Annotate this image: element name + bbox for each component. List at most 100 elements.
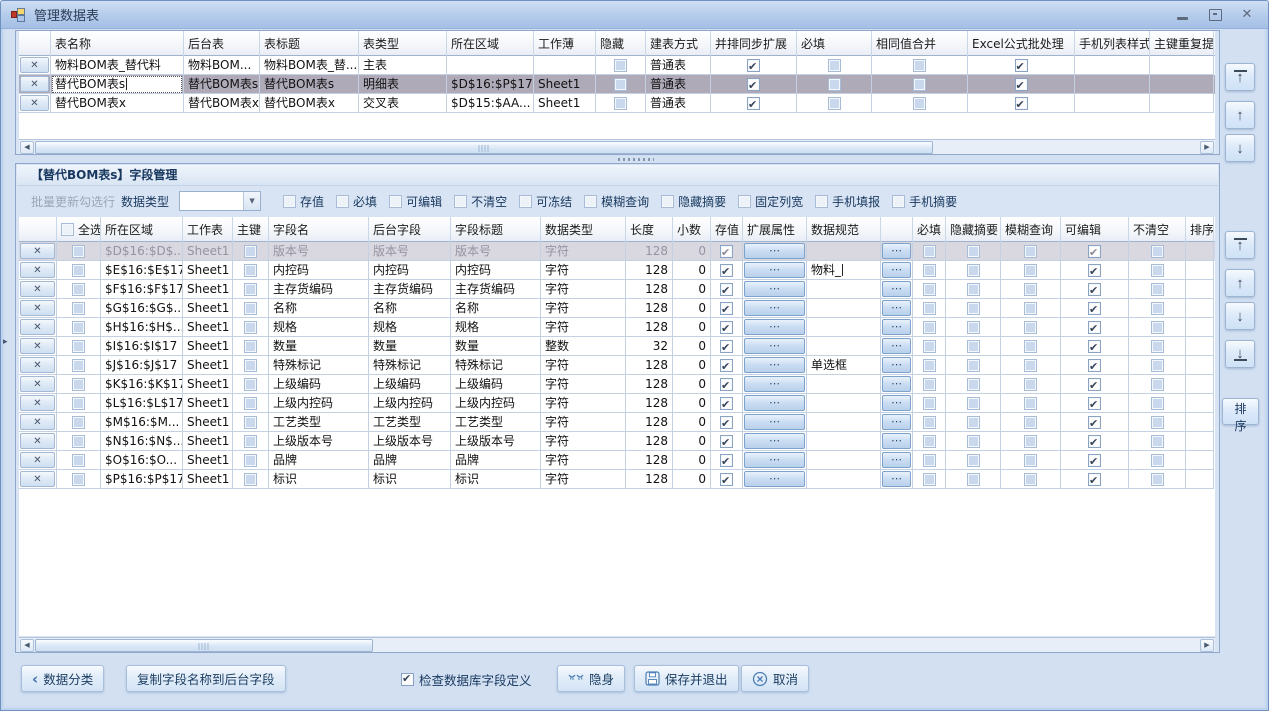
pk-checkbox[interactable] <box>244 321 257 334</box>
pk-checkbox[interactable] <box>244 340 257 353</box>
column-header-backend[interactable]: 后台表 <box>184 31 260 56</box>
hide_summary-checkbox[interactable] <box>967 302 980 315</box>
hide_summary-checkbox[interactable] <box>967 264 980 277</box>
sel-checkbox[interactable] <box>72 245 85 258</box>
no_clear-checkbox[interactable] <box>1151 378 1164 391</box>
editable-checkbox[interactable] <box>1088 340 1101 353</box>
fuzzy-checkbox[interactable] <box>1024 454 1037 467</box>
required-checkbox[interactable] <box>828 78 841 91</box>
table-row[interactable]: ✕$O$16:$O...Sheet1品牌品牌品牌字符1280⋯⋯ <box>19 451 1215 470</box>
required-checkbox[interactable] <box>923 473 936 486</box>
table-row[interactable]: ✕$N$16:$N$...Sheet1上级版本号上级版本号上级版本号字符1280… <box>19 432 1215 451</box>
row-delete-button[interactable]: ✕ <box>20 57 49 73</box>
column-header-blank[interactable] <box>19 217 57 242</box>
ext-props-button[interactable]: ⋯ <box>744 414 805 430</box>
cell-editor[interactable]: 替代BOM表s <box>52 76 182 93</box>
sel-checkbox[interactable] <box>72 378 85 391</box>
required-checkbox[interactable] <box>923 321 936 334</box>
row-delete-button[interactable]: ✕ <box>20 414 55 430</box>
editable-checkbox[interactable] <box>1088 454 1101 467</box>
hidden-checkbox[interactable] <box>614 78 627 91</box>
hide_summary-checkbox[interactable] <box>967 321 980 334</box>
no_clear-checkbox[interactable] <box>1151 435 1164 448</box>
column-header-title[interactable]: 表标题 <box>260 31 359 56</box>
field-move-down-button[interactable]: ↓ <box>1225 302 1255 330</box>
column-header-hide_summary[interactable]: 隐藏摘要 <box>946 217 1001 242</box>
fuzzy-checkbox[interactable] <box>1024 378 1037 391</box>
store-checkbox[interactable] <box>720 473 733 486</box>
required-checkbox[interactable] <box>923 454 936 467</box>
pk-checkbox[interactable] <box>244 378 257 391</box>
toolbar-option-checkbox[interactable] <box>519 195 532 208</box>
toolbar-option-checkbox[interactable] <box>661 195 674 208</box>
select-all-checkbox[interactable] <box>61 223 74 236</box>
toolbar-option-checkbox[interactable] <box>815 195 828 208</box>
column-header-pk_dup[interactable]: 主键重复提 <box>1150 31 1214 56</box>
ext-props-button[interactable]: ⋯ <box>744 338 805 354</box>
table-row[interactable]: ✕$P$16:$P$17Sheet1标识标识标识字符1280⋯⋯ <box>19 470 1215 489</box>
toolbar-option-checkbox[interactable] <box>892 195 905 208</box>
column-header-sync_expand[interactable]: 并排同步扩展 <box>711 31 797 56</box>
fuzzy-checkbox[interactable] <box>1024 283 1037 296</box>
field-move-up-button[interactable]: ↑ <box>1225 269 1255 297</box>
sel-checkbox[interactable] <box>72 435 85 448</box>
scroll-right-icon[interactable]: ▶ <box>1200 639 1214 652</box>
fuzzy-checkbox[interactable] <box>1024 397 1037 410</box>
sel-checkbox[interactable] <box>72 397 85 410</box>
column-header-field[interactable]: 字段名 <box>269 217 369 242</box>
toolbar-option-checkbox[interactable] <box>389 195 402 208</box>
store-checkbox[interactable] <box>720 340 733 353</box>
hidden-checkbox[interactable] <box>614 97 627 110</box>
table-row[interactable]: ✕$H$16:$H$...Sheet1规格规格规格字符1280⋯⋯ <box>19 318 1215 337</box>
column-header-len[interactable]: 长度 <box>626 217 673 242</box>
editable-checkbox[interactable] <box>1088 245 1101 258</box>
more-button[interactable]: ⋯ <box>882 357 911 373</box>
required-checkbox[interactable] <box>923 397 936 410</box>
sel-checkbox[interactable] <box>72 340 85 353</box>
scroll-left-icon[interactable]: ◀ <box>20 639 34 652</box>
sel-checkbox[interactable] <box>72 321 85 334</box>
required-checkbox[interactable] <box>828 59 841 72</box>
fuzzy-checkbox[interactable] <box>1024 302 1037 315</box>
column-header-type[interactable]: 表类型 <box>359 31 447 56</box>
row-delete-button[interactable]: ✕ <box>20 338 55 354</box>
editable-checkbox[interactable] <box>1088 264 1101 277</box>
toolbar-option-checkbox[interactable] <box>584 195 597 208</box>
store-checkbox[interactable] <box>720 321 733 334</box>
more-button[interactable]: ⋯ <box>882 395 911 411</box>
row-delete-button[interactable]: ✕ <box>20 471 55 487</box>
sel-checkbox[interactable] <box>72 454 85 467</box>
sync_expand-checkbox[interactable] <box>747 78 760 91</box>
fuzzy-checkbox[interactable] <box>1024 321 1037 334</box>
ext-props-button[interactable]: ⋯ <box>744 471 805 487</box>
tables-grid-hscrollbar[interactable]: ◀ ▶ <box>19 139 1215 154</box>
fuzzy-checkbox[interactable] <box>1024 264 1037 277</box>
row-delete-button[interactable]: ✕ <box>20 319 55 335</box>
required-checkbox[interactable] <box>923 340 936 353</box>
store-checkbox[interactable] <box>720 283 733 296</box>
table-move-down-button[interactable]: ↓ <box>1225 134 1255 162</box>
excel_batch-checkbox[interactable] <box>1015 97 1028 110</box>
scroll-right-icon[interactable]: ▶ <box>1200 141 1214 154</box>
pk-checkbox[interactable] <box>244 435 257 448</box>
table-move-to-top-button[interactable]: ↑ <box>1225 63 1255 91</box>
column-header-region[interactable]: 所在区域 <box>101 217 183 242</box>
ext-props-button[interactable]: ⋯ <box>744 319 805 335</box>
excel_batch-checkbox[interactable] <box>1015 78 1028 91</box>
hide_summary-checkbox[interactable] <box>967 416 980 429</box>
required-checkbox[interactable] <box>923 359 936 372</box>
fuzzy-checkbox[interactable] <box>1024 435 1037 448</box>
table-move-up-button[interactable]: ↑ <box>1225 101 1255 129</box>
pk-checkbox[interactable] <box>244 416 257 429</box>
column-header-hidden[interactable]: 隐藏 <box>596 31 646 56</box>
column-header-backend[interactable]: 后台字段 <box>369 217 451 242</box>
datatype-select[interactable]: ▼ <box>179 191 261 211</box>
column-header-required[interactable]: 必填 <box>797 31 872 56</box>
ext-props-button[interactable]: ⋯ <box>744 300 805 316</box>
column-header-mobile_style[interactable]: 手机列表样式 <box>1075 31 1150 56</box>
save-exit-button[interactable]: 保存并退出 <box>634 665 739 692</box>
field-move-to-top-button[interactable]: ↑ <box>1225 231 1255 259</box>
row-delete-button[interactable]: ✕ <box>20 262 55 278</box>
fuzzy-checkbox[interactable] <box>1024 245 1037 258</box>
no_clear-checkbox[interactable] <box>1151 473 1164 486</box>
